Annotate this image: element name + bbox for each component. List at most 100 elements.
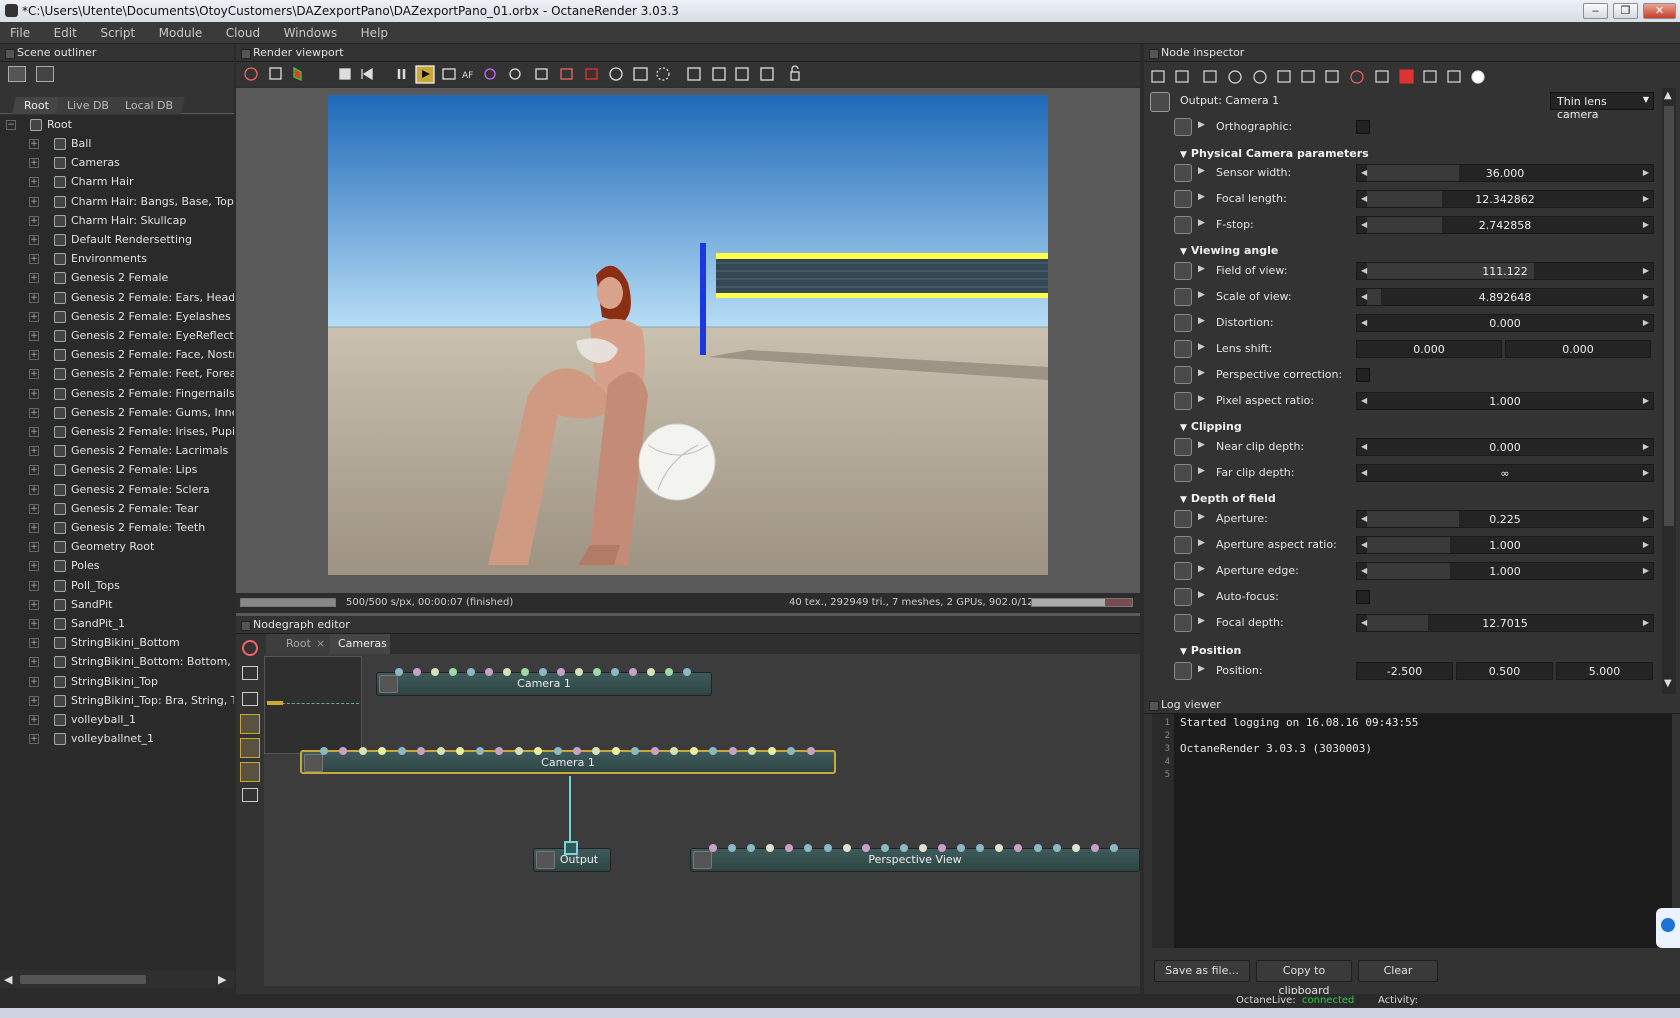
tree-item[interactable]: + Genesis 2 Female: Face, Nostrils bbox=[0, 345, 234, 365]
recenter-graph-icon[interactable] bbox=[242, 640, 258, 656]
output-node-icon[interactable] bbox=[240, 762, 260, 782]
collapse-icon[interactable] bbox=[35, 66, 54, 82]
nodegraph-canvas[interactable]: Camera 1 Camera 1 Output Perspective Vie… bbox=[264, 654, 1140, 986]
param-slider[interactable]: ◀ ▶ 12.342862 bbox=[1356, 190, 1654, 208]
save-as-file-button[interactable]: Save as file... bbox=[1154, 960, 1250, 982]
expand-icon[interactable]: + bbox=[29, 619, 39, 629]
clear-button[interactable]: Clear bbox=[1358, 960, 1438, 982]
node-input-pin[interactable] bbox=[573, 747, 581, 755]
node-input-pin[interactable] bbox=[1014, 844, 1023, 852]
node-input-pin[interactable] bbox=[748, 747, 757, 755]
node-input-pin[interactable] bbox=[1071, 844, 1080, 852]
tree-item[interactable]: + Cameras bbox=[0, 153, 234, 173]
expand-icon[interactable]: + bbox=[29, 215, 39, 226]
node-input-pin[interactable] bbox=[766, 844, 775, 852]
log-text-area[interactable]: 1 Started logging on 16.08.16 09:43:55 2 3 O… bbox=[1152, 714, 1672, 948]
tree-item[interactable]: + Default Rendersetting bbox=[0, 230, 234, 250]
node-input-pin[interactable] bbox=[592, 747, 601, 755]
node-input-pin[interactable] bbox=[467, 668, 475, 676]
expand-icon[interactable]: + bbox=[29, 235, 39, 245]
tab-local-db[interactable]: Local DB bbox=[113, 97, 185, 114]
node-input-pin[interactable] bbox=[787, 747, 796, 755]
node-input-pin[interactable] bbox=[514, 747, 523, 755]
close-button[interactable]: ✕ bbox=[1643, 3, 1676, 19]
param-link-icon[interactable] bbox=[1174, 464, 1192, 482]
tree-item[interactable]: + Poll_Tops bbox=[0, 576, 234, 596]
tree-item[interactable]: + Environments bbox=[0, 249, 234, 269]
menu-help[interactable]: Help bbox=[351, 22, 398, 40]
tree-item[interactable]: + Genesis 2 Female: Feet, Forearms bbox=[0, 364, 234, 384]
param-slider[interactable]: ◀ ▶ 2.742858 bbox=[1356, 216, 1654, 234]
render-image[interactable] bbox=[328, 95, 1048, 575]
param-link-icon[interactable] bbox=[1174, 164, 1192, 182]
node-input-pin[interactable] bbox=[413, 668, 421, 676]
clapper-icon[interactable] bbox=[242, 788, 258, 802]
node-input-pin[interactable] bbox=[503, 668, 511, 676]
node-input-pin[interactable] bbox=[976, 844, 985, 852]
menu-module[interactable]: Module bbox=[149, 22, 213, 40]
scroll-thumb[interactable] bbox=[20, 975, 146, 984]
param-slider[interactable]: ◀ ▶ 1.000 bbox=[1356, 536, 1654, 554]
tree-item[interactable]: + Genesis 2 Female: Lacrimals bbox=[0, 441, 234, 461]
expand-icon[interactable]: + bbox=[29, 427, 39, 437]
expand-icon[interactable]: + bbox=[29, 350, 39, 361]
node-input-pin[interactable] bbox=[397, 747, 406, 755]
tree-item[interactable]: + SandPit bbox=[0, 595, 234, 615]
param-link-icon[interactable] bbox=[1174, 662, 1192, 680]
node-input-pin[interactable] bbox=[647, 668, 655, 676]
node-input-pin[interactable] bbox=[339, 747, 348, 755]
node-input-pin[interactable] bbox=[767, 747, 776, 755]
menu-file[interactable]: File bbox=[0, 22, 40, 40]
expand-arrow-icon[interactable]: ▶ bbox=[1198, 394, 1205, 404]
node-input-pin[interactable] bbox=[899, 844, 908, 852]
render-area[interactable] bbox=[236, 88, 1140, 636]
expand-arrow-icon[interactable]: ▶ bbox=[1198, 564, 1205, 574]
inspector-scrollbar[interactable]: ▲ ▼ bbox=[1662, 88, 1676, 694]
expand-icon[interactable]: + bbox=[29, 273, 39, 284]
param-link-icon[interactable] bbox=[1174, 288, 1192, 306]
expand-icon[interactable]: + bbox=[29, 580, 39, 591]
tree-item[interactable]: + Genesis 2 Female: Sclera bbox=[0, 480, 234, 500]
node-input-pin[interactable] bbox=[806, 747, 815, 755]
expand-arrow-icon[interactable]: ▶ bbox=[1198, 166, 1205, 176]
node-input-pin[interactable] bbox=[861, 844, 870, 852]
expand-arrow-icon[interactable]: ▶ bbox=[1198, 120, 1205, 130]
node-input-pin[interactable] bbox=[1033, 844, 1042, 852]
copy-to-clipboard-button[interactable]: Copy to clipboard bbox=[1256, 960, 1352, 997]
node-input-pin[interactable] bbox=[1090, 844, 1099, 852]
inspector-toolbar-icons[interactable] bbox=[1148, 66, 1648, 88]
close-tab-icon[interactable]: × bbox=[316, 634, 325, 654]
expand-icon[interactable]: + bbox=[29, 388, 39, 399]
param-slider[interactable]: ◀ ▶ 0.225 bbox=[1356, 510, 1654, 528]
tree-item[interactable]: + Charm Hair: Bangs, Base, Top, Wi bbox=[0, 192, 234, 212]
expand-arrow-icon[interactable]: ▶ bbox=[1198, 616, 1205, 626]
menu-windows[interactable]: Windows bbox=[274, 22, 348, 40]
minimap[interactable] bbox=[264, 656, 362, 754]
node-input-pin[interactable] bbox=[670, 747, 679, 755]
tree-item[interactable]: + Charm Hair bbox=[0, 172, 234, 192]
scroll-right-icon[interactable]: ▶ bbox=[218, 973, 226, 986]
expand-arrow-icon[interactable]: ▶ bbox=[1198, 538, 1205, 548]
node-input-pin[interactable] bbox=[747, 844, 756, 852]
tree-item[interactable]: + Charm Hair: Skullcap bbox=[0, 211, 234, 231]
menu-edit[interactable]: Edit bbox=[44, 22, 87, 40]
tree-item[interactable]: + StringBikini_Top bbox=[0, 672, 234, 692]
param-field[interactable]: 0.000 bbox=[1356, 340, 1502, 358]
param-link-icon[interactable] bbox=[1174, 314, 1192, 332]
tree-item[interactable]: + SandPit_1 bbox=[0, 614, 234, 634]
param-link-icon[interactable] bbox=[1174, 536, 1192, 554]
outliner-hscrollbar[interactable]: ◀ ▶ bbox=[0, 970, 234, 988]
expand-arrow-icon[interactable]: ▶ bbox=[1198, 466, 1205, 476]
param-link-icon[interactable] bbox=[1174, 392, 1192, 410]
node-input-pin[interactable] bbox=[938, 844, 947, 852]
node-input-pin[interactable] bbox=[456, 747, 465, 755]
node-input-pin[interactable] bbox=[521, 668, 529, 676]
tree-item[interactable]: + volleyball_1 bbox=[0, 710, 234, 730]
expand-arrow-icon[interactable]: ▶ bbox=[1198, 192, 1205, 202]
section-header[interactable]: ▼ Depth of field bbox=[1180, 492, 1276, 505]
node-input-pin[interactable] bbox=[683, 668, 691, 676]
param-link-icon[interactable] bbox=[1174, 588, 1192, 606]
expand-icon[interactable]: + bbox=[29, 254, 39, 265]
expand-arrow-icon[interactable]: ▶ bbox=[1198, 316, 1205, 326]
camera-node-icon[interactable] bbox=[240, 738, 260, 758]
